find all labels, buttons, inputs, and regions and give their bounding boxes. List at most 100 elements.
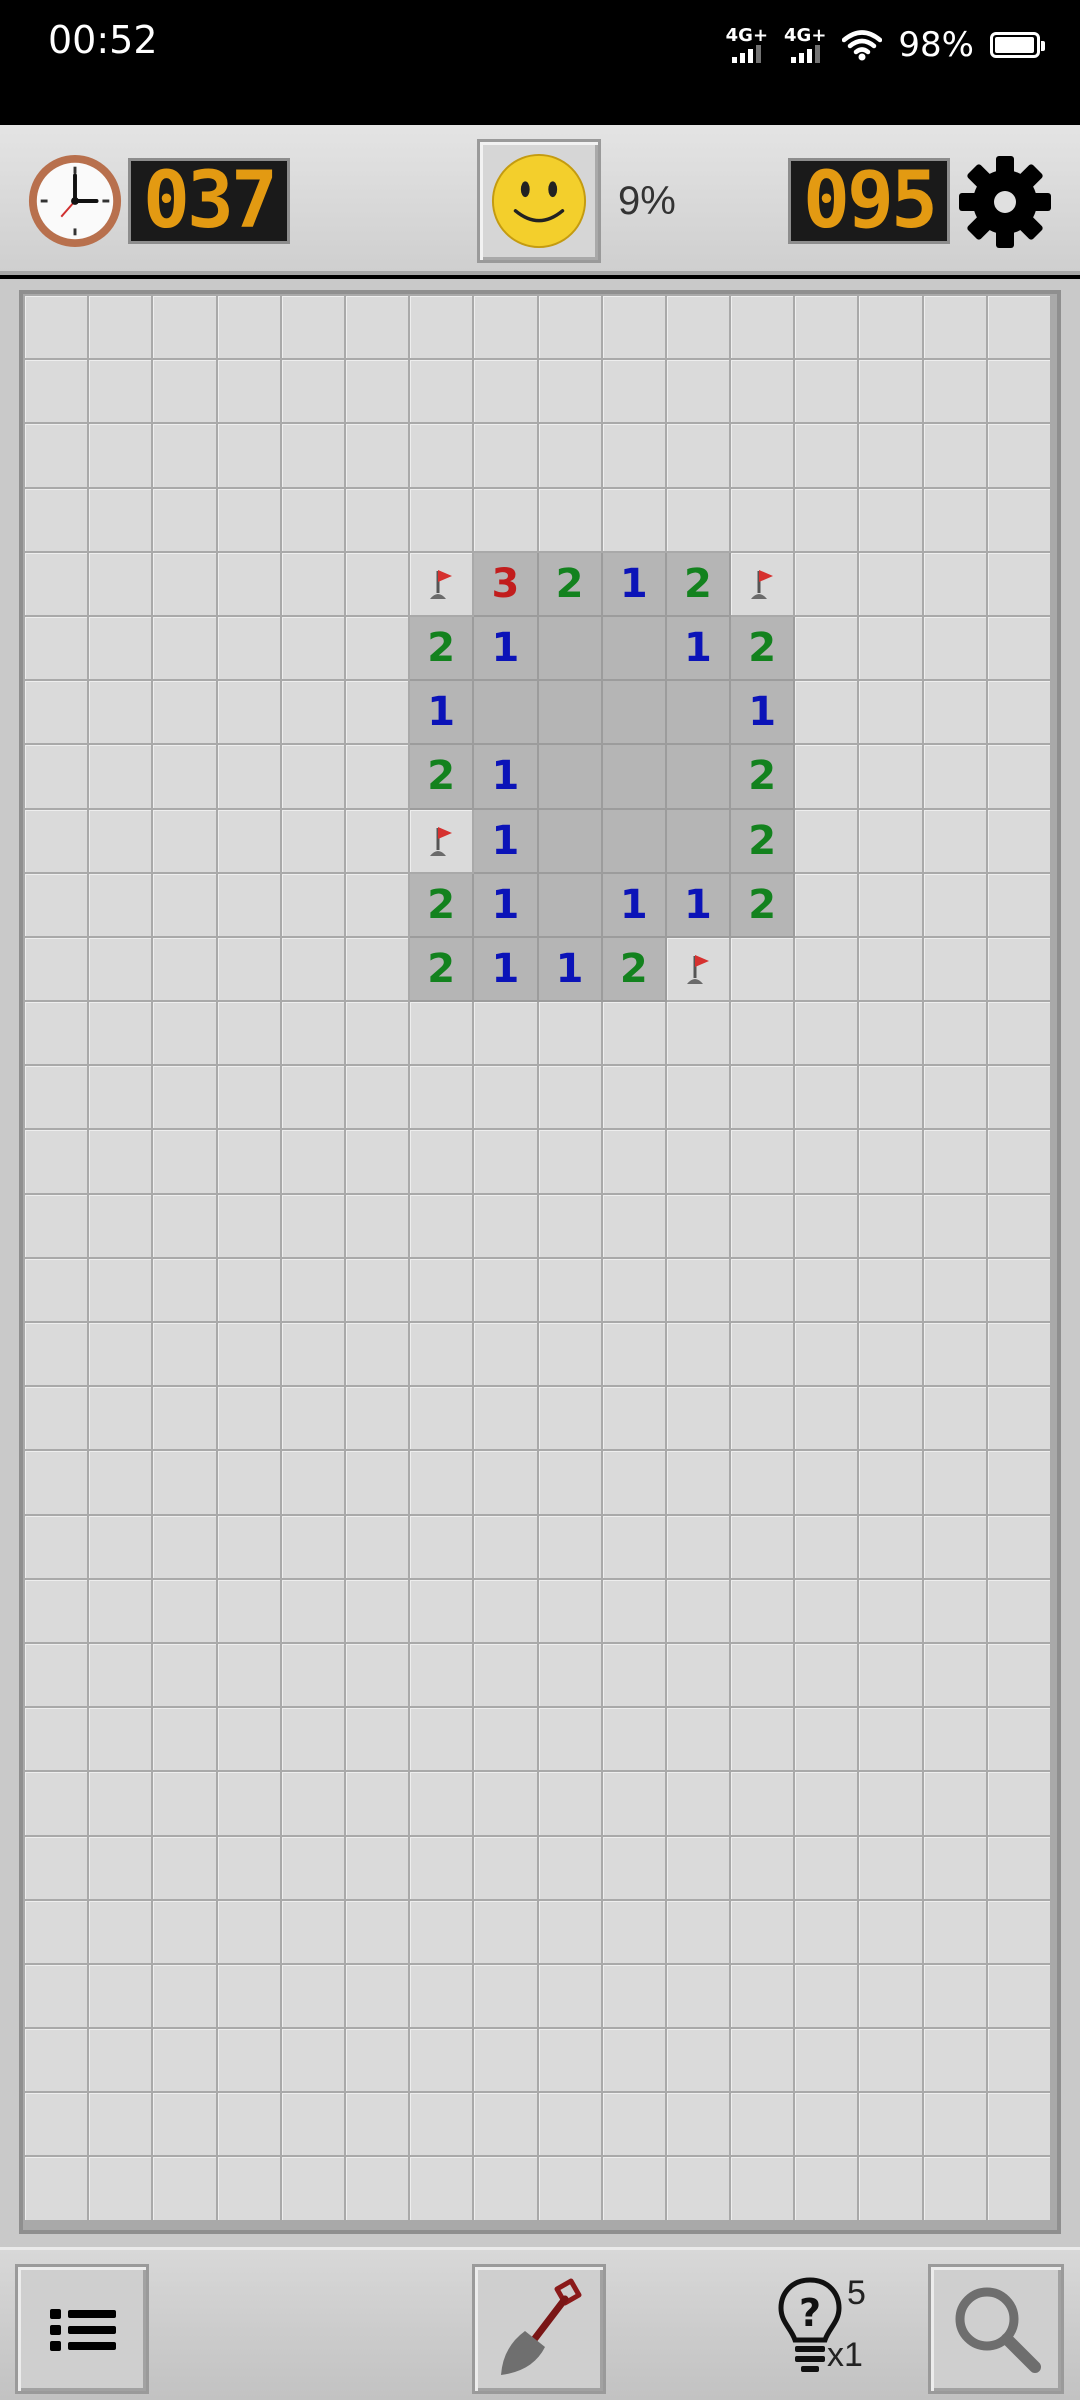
hidden-cell[interactable] [217, 1964, 282, 2030]
hidden-cell[interactable] [859, 2157, 924, 2222]
hidden-cell[interactable] [281, 360, 346, 425]
hidden-cell[interactable] [795, 809, 860, 874]
hidden-cell[interactable] [345, 552, 411, 617]
hidden-cell[interactable] [859, 360, 924, 425]
number-cell[interactable]: 1 [538, 937, 603, 1003]
hidden-cell[interactable] [538, 1002, 603, 1067]
hidden-cell[interactable] [410, 1323, 475, 1388]
flagged-cell[interactable] [731, 552, 796, 617]
hidden-cell[interactable] [345, 1323, 411, 1388]
hidden-cell[interactable] [410, 1130, 475, 1195]
hidden-cell[interactable] [795, 360, 860, 425]
hidden-cell[interactable] [217, 424, 282, 489]
hidden-cell[interactable] [153, 1579, 218, 1644]
hidden-cell[interactable] [987, 1900, 1052, 1965]
hidden-cell[interactable] [25, 1772, 90, 1837]
hidden-cell[interactable] [89, 1579, 154, 1644]
hidden-cell[interactable] [987, 2029, 1052, 2094]
hidden-cell[interactable] [795, 1836, 860, 1901]
hidden-cell[interactable] [795, 1258, 860, 1323]
hidden-cell[interactable] [474, 2093, 539, 2158]
hidden-cell[interactable] [410, 2093, 475, 2158]
hidden-cell[interactable] [731, 1900, 796, 1965]
hidden-cell[interactable] [217, 1515, 282, 1580]
flagged-cell[interactable] [410, 809, 475, 874]
hidden-cell[interactable] [538, 1387, 603, 1452]
empty-cell[interactable] [538, 809, 603, 874]
hidden-cell[interactable] [987, 552, 1052, 617]
hidden-cell[interactable] [538, 1323, 603, 1388]
hidden-cell[interactable] [923, 1387, 988, 1452]
minefield-grid[interactable]: 321221121121212211122112 [25, 296, 1052, 2222]
hidden-cell[interactable] [345, 1515, 411, 1580]
hidden-cell[interactable] [538, 1964, 603, 2030]
hidden-cell[interactable] [153, 1451, 218, 1516]
flagged-cell[interactable] [410, 552, 475, 617]
hidden-cell[interactable] [474, 1066, 539, 1131]
number-cell[interactable]: 1 [474, 616, 539, 682]
hidden-cell[interactable] [666, 2157, 732, 2222]
flagged-cell[interactable] [666, 937, 732, 1003]
hidden-cell[interactable] [89, 937, 154, 1003]
hidden-cell[interactable] [923, 809, 988, 874]
hidden-cell[interactable] [25, 552, 90, 617]
hidden-cell[interactable] [731, 1772, 796, 1837]
hidden-cell[interactable] [923, 1836, 988, 1901]
hidden-cell[interactable] [923, 616, 988, 682]
hidden-cell[interactable] [731, 1323, 796, 1388]
hidden-cell[interactable] [666, 1130, 732, 1195]
hidden-cell[interactable] [923, 1258, 988, 1323]
hidden-cell[interactable] [217, 1130, 282, 1195]
number-cell[interactable]: 2 [666, 552, 732, 617]
hidden-cell[interactable] [602, 424, 667, 489]
hidden-cell[interactable] [474, 1515, 539, 1580]
hidden-cell[interactable] [281, 1708, 346, 1773]
hidden-cell[interactable] [538, 1066, 603, 1131]
hidden-cell[interactable] [281, 2029, 346, 2094]
hidden-cell[interactable] [923, 2029, 988, 2094]
hidden-cell[interactable] [795, 616, 860, 682]
hidden-cell[interactable] [281, 1066, 346, 1131]
hidden-cell[interactable] [25, 1194, 90, 1259]
hidden-cell[interactable] [538, 2157, 603, 2222]
hidden-cell[interactable] [217, 1002, 282, 1067]
hidden-cell[interactable] [923, 681, 988, 746]
hidden-cell[interactable] [345, 1387, 411, 1452]
hidden-cell[interactable] [25, 1258, 90, 1323]
hidden-cell[interactable] [859, 1194, 924, 1259]
hidden-cell[interactable] [410, 1900, 475, 1965]
hidden-cell[interactable] [923, 873, 988, 938]
hidden-cell[interactable] [345, 1708, 411, 1773]
hidden-cell[interactable] [410, 1451, 475, 1516]
hidden-cell[interactable] [859, 1836, 924, 1901]
number-cell[interactable]: 1 [474, 745, 539, 810]
hidden-cell[interactable] [89, 809, 154, 874]
hidden-cell[interactable] [281, 424, 346, 489]
hidden-cell[interactable] [731, 1002, 796, 1067]
hidden-cell[interactable] [410, 1258, 475, 1323]
hidden-cell[interactable] [474, 1194, 539, 1259]
hidden-cell[interactable] [25, 488, 90, 553]
hidden-cell[interactable] [217, 1836, 282, 1901]
hidden-cell[interactable] [795, 1515, 860, 1580]
hidden-cell[interactable] [987, 681, 1052, 746]
hidden-cell[interactable] [217, 681, 282, 746]
hidden-cell[interactable] [666, 1836, 732, 1901]
hidden-cell[interactable] [345, 1258, 411, 1323]
hidden-cell[interactable] [281, 1387, 346, 1452]
hidden-cell[interactable] [217, 1194, 282, 1259]
hidden-cell[interactable] [153, 1772, 218, 1837]
hidden-cell[interactable] [89, 1964, 154, 2030]
hidden-cell[interactable] [25, 1964, 90, 2030]
hidden-cell[interactable] [345, 1900, 411, 1965]
hidden-cell[interactable] [89, 552, 154, 617]
hidden-cell[interactable] [859, 1900, 924, 1965]
hidden-cell[interactable] [795, 1387, 860, 1452]
hidden-cell[interactable] [345, 937, 411, 1003]
hidden-cell[interactable] [281, 681, 346, 746]
hidden-cell[interactable] [89, 2157, 154, 2222]
hidden-cell[interactable] [153, 488, 218, 553]
hidden-cell[interactable] [345, 1836, 411, 1901]
hidden-cell[interactable] [602, 360, 667, 425]
hidden-cell[interactable] [602, 1772, 667, 1837]
